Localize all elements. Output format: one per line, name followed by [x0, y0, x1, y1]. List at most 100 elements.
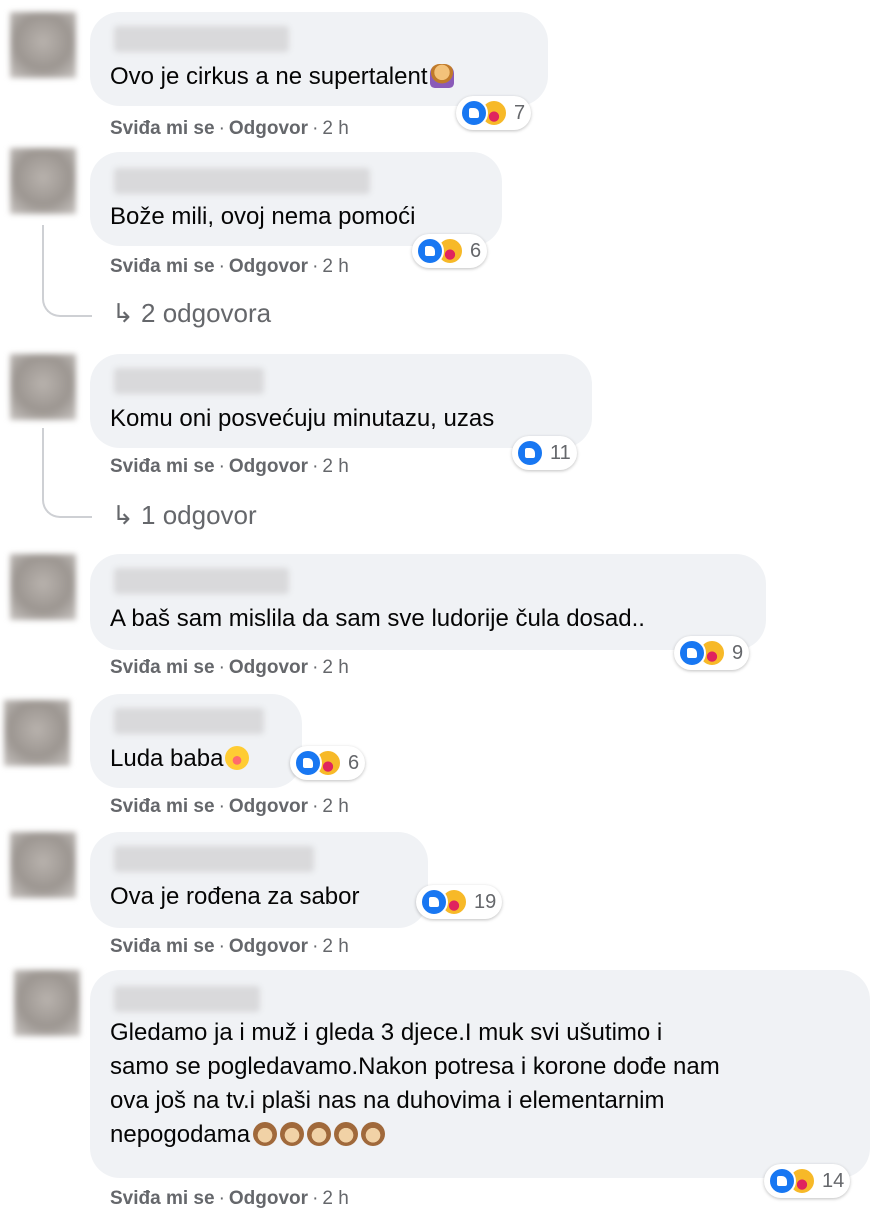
- comment-bubble: A baš sam mislila da sam sve ludorije ču…: [90, 554, 766, 650]
- reactions-summary[interactable]: 6: [290, 746, 366, 780]
- comment-text: Ova je rođena za sabor: [110, 880, 359, 914]
- see-no-evil-monkey-icon: [361, 1122, 386, 1146]
- reactions-summary[interactable]: 7: [456, 96, 532, 130]
- like-button[interactable]: Sviđa mi se: [110, 657, 215, 678]
- reaction-count: 14: [822, 1169, 845, 1192]
- reaction-count: 6: [348, 751, 360, 774]
- face-with-tears-of-joy-icon: [225, 746, 250, 770]
- like-button[interactable]: Sviđa mi se: [110, 936, 215, 957]
- avatar[interactable]: [10, 832, 76, 898]
- like-reaction-icon: [768, 1167, 796, 1195]
- replies-count: 2 odgovora: [141, 298, 272, 328]
- comment-text: Gledamo ja i muž i gleda 3 djece.I muk s…: [110, 1016, 860, 1152]
- avatar[interactable]: [14, 970, 80, 1036]
- woman-facepalming-icon: [429, 64, 454, 88]
- comment-text: Ovo je cirkus a ne supertalent: [110, 60, 454, 94]
- comment-actions: Sviđa mi se · Odgovor · 2 h: [110, 936, 349, 957]
- comment-text-line: Gledamo ja i muž i gleda 3 djece.I muk s…: [110, 1019, 663, 1046]
- comment-text-last-line: nepogodama: [110, 1118, 860, 1152]
- like-reaction-icon: [516, 439, 544, 467]
- reactions-summary[interactable]: 11: [512, 436, 577, 470]
- timestamp[interactable]: 2 h: [322, 1188, 348, 1209]
- comment-actions: Sviđa mi se · Odgovor · 2 h: [110, 657, 349, 678]
- like-reaction-icon: [460, 99, 488, 127]
- reaction-count: 9: [732, 641, 744, 664]
- comment-text-content: Ovo je cirkus a ne supertalent: [110, 63, 428, 90]
- reaction-count: 6: [470, 239, 482, 262]
- like-button[interactable]: Sviđa mi se: [110, 1188, 215, 1209]
- author-name[interactable]: [114, 26, 289, 52]
- like-button[interactable]: Sviđa mi se: [110, 256, 215, 277]
- timestamp[interactable]: 2 h: [322, 936, 348, 957]
- reply-button[interactable]: Odgovor: [229, 657, 308, 678]
- reply-button[interactable]: Odgovor: [229, 118, 308, 139]
- timestamp[interactable]: 2 h: [322, 657, 348, 678]
- reactions-summary[interactable]: 6: [412, 234, 488, 268]
- comment-actions: Sviđa mi se · Odgovor · 2 h: [110, 256, 349, 277]
- comment-text-line: samo se pogledavamo.Nakon potresa i koro…: [110, 1053, 720, 1080]
- comment-text: Komu oni posvećuju minutazu, uzas: [110, 402, 494, 436]
- comment-text: Bože mili, ovoj nema pomoći: [110, 200, 415, 234]
- author-name[interactable]: [114, 568, 289, 594]
- comment-bubble: Luda baba: [90, 694, 302, 788]
- reply-arrow-icon: ↳: [112, 298, 134, 328]
- timestamp[interactable]: 2 h: [322, 256, 348, 277]
- comment-text-line: nepogodama: [110, 1121, 251, 1148]
- author-name[interactable]: [114, 708, 264, 734]
- thread-line: [42, 428, 92, 518]
- comment-actions: Sviđa mi se · Odgovor · 2 h: [110, 456, 349, 477]
- see-no-evil-monkey-icon: [307, 1122, 332, 1146]
- reactions-summary[interactable]: 19: [416, 885, 503, 919]
- comment-bubble: Ovo je cirkus a ne supertalent: [90, 12, 548, 106]
- author-name[interactable]: [114, 986, 260, 1012]
- like-button[interactable]: Sviđa mi se: [110, 118, 215, 139]
- comment-actions: Sviđa mi se · Odgovor · 2 h: [110, 1188, 349, 1209]
- comment-bubble: Bože mili, ovoj nema pomoći: [90, 152, 502, 246]
- reply-button[interactable]: Odgovor: [229, 936, 308, 957]
- like-button[interactable]: Sviđa mi se: [110, 796, 215, 817]
- see-no-evil-monkey-icon: [334, 1122, 359, 1146]
- reaction-count: 19: [474, 890, 497, 913]
- comment-text-line: ova još na tv.i plaši nas na duhovima i …: [110, 1087, 665, 1114]
- like-button[interactable]: Sviđa mi se: [110, 456, 215, 477]
- avatar[interactable]: [10, 354, 76, 420]
- reaction-count: 11: [550, 441, 571, 464]
- author-name[interactable]: [114, 168, 370, 194]
- reply-button[interactable]: Odgovor: [229, 1188, 308, 1209]
- avatar[interactable]: [10, 554, 76, 620]
- avatar[interactable]: [4, 700, 70, 766]
- author-name[interactable]: [114, 846, 314, 872]
- comment-text-content: Luda baba: [110, 745, 224, 772]
- avatar[interactable]: [10, 148, 76, 214]
- comment-text-content: Komu oni posvećuju minutazu, uzas: [110, 405, 495, 432]
- replies-count: 1 odgovor: [141, 500, 257, 530]
- timestamp[interactable]: 2 h: [322, 456, 348, 477]
- comment-bubble: Komu oni posvećuju minutazu, uzas: [90, 354, 592, 448]
- like-reaction-icon: [678, 639, 706, 667]
- comment-bubble: Ova je rođena za sabor: [90, 832, 428, 928]
- comment-actions: Sviđa mi se · Odgovor · 2 h: [110, 118, 349, 139]
- like-reaction-icon: [294, 749, 322, 777]
- comment-bubble: Gledamo ja i muž i gleda 3 djece.I muk s…: [90, 970, 870, 1178]
- see-no-evil-monkey-icon: [253, 1122, 278, 1146]
- comment-text: A baš sam mislila da sam sve ludorije ču…: [110, 602, 645, 636]
- timestamp[interactable]: 2 h: [322, 796, 348, 817]
- comment-text-content: Ova je rođena za sabor: [110, 883, 360, 910]
- see-no-evil-monkey-icon: [280, 1122, 305, 1146]
- view-replies-link[interactable]: ↳ 1 odgovor: [112, 500, 257, 531]
- avatar[interactable]: [10, 12, 76, 78]
- reply-arrow-icon: ↳: [112, 500, 134, 530]
- reactions-summary[interactable]: 14: [764, 1164, 851, 1198]
- view-replies-link[interactable]: ↳ 2 odgovora: [112, 298, 271, 329]
- author-name[interactable]: [114, 368, 264, 394]
- timestamp[interactable]: 2 h: [322, 118, 348, 139]
- reply-button[interactable]: Odgovor: [229, 796, 308, 817]
- thread-line: [42, 225, 92, 317]
- comment-text-content: Bože mili, ovoj nema pomoći: [110, 203, 416, 230]
- reply-button[interactable]: Odgovor: [229, 456, 308, 477]
- reactions-summary[interactable]: 9: [674, 636, 750, 670]
- reaction-count: 7: [514, 101, 526, 124]
- reply-button[interactable]: Odgovor: [229, 256, 308, 277]
- comment-text-content: A baš sam mislila da sam sve ludorije ču…: [110, 605, 645, 632]
- comment-actions: Sviđa mi se · Odgovor · 2 h: [110, 796, 349, 817]
